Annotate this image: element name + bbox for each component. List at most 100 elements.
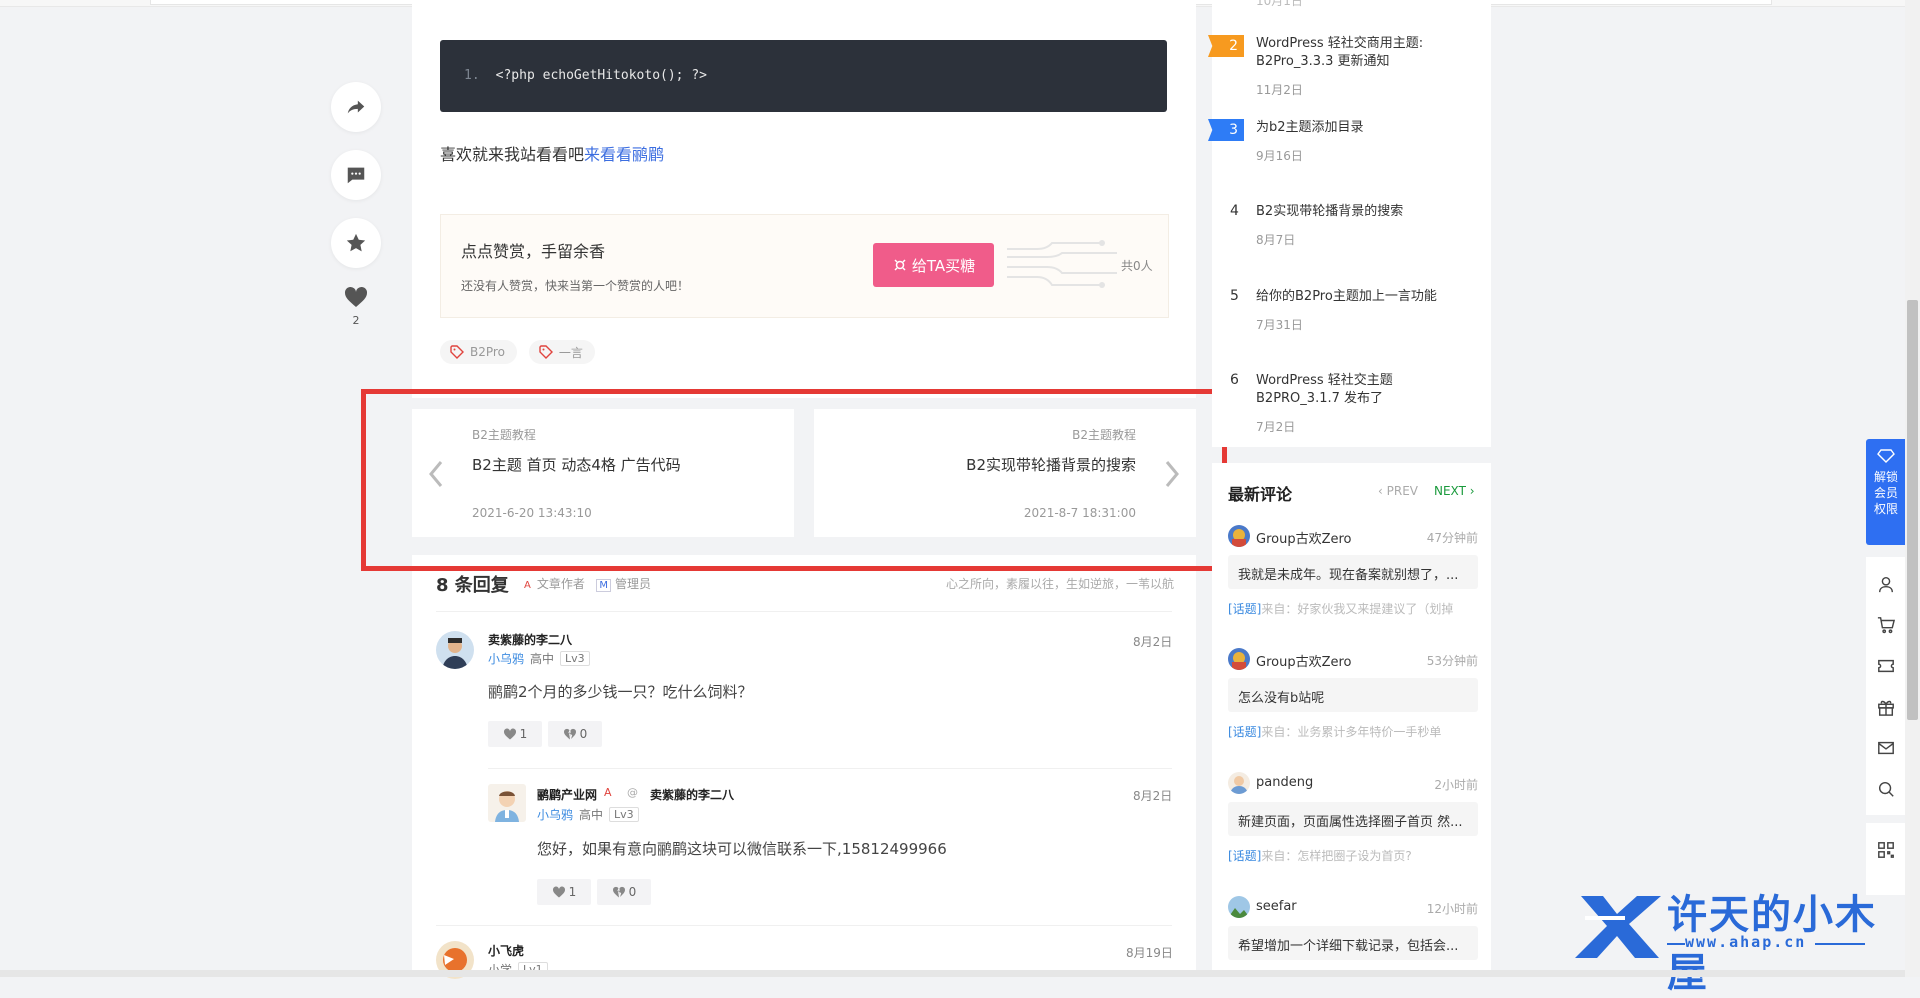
qrcode-icon <box>1878 841 1894 858</box>
vip-unlock-button[interactable]: 解锁会员权限 <box>1866 439 1906 545</box>
candy-icon <box>894 259 906 271</box>
paragraph-link[interactable]: 来看看鹂鹛 <box>584 145 664 164</box>
avatar[interactable] <box>488 784 526 822</box>
comment-button[interactable] <box>331 150 381 200</box>
comment-item <box>436 631 474 669</box>
ticket-button[interactable] <box>1866 645 1906 686</box>
reply-meta: 小乌鸦 高中 Lv3 <box>537 806 639 823</box>
rank-title[interactable]: 为b2主题添加目录 <box>1256 119 1476 137</box>
comment-author[interactable]: 小飞虎 <box>488 942 524 959</box>
rank-number: 6 <box>1230 372 1239 388</box>
avatar <box>1228 648 1250 670</box>
downvote-count: 0 <box>628 885 637 899</box>
divider <box>488 768 1172 769</box>
site-watermark: 许天的小木屋 www.ahap.cn <box>1575 880 1905 996</box>
scrollbar-thumb[interactable] <box>1907 300 1918 720</box>
gift-icon <box>1878 700 1894 716</box>
rank-title[interactable]: 给你的B2Pro主题加上一言功能 <box>1256 288 1476 306</box>
divider <box>436 611 1172 612</box>
rank-title[interactable]: WordPress 轻社交商用主题: B2Pro_3.3.3 更新通知 <box>1256 35 1476 71</box>
code-line: 1. <?php echoGetHitokoto(); ?> <box>464 68 707 83</box>
tag-icon <box>539 345 553 359</box>
comments-section: 8 条回复 A 文章作者 M 管理员 心之所向，素履以往，生如逆旅，一苇以航 <box>412 555 1196 977</box>
gift-button[interactable] <box>1866 686 1906 727</box>
divider <box>436 925 1172 926</box>
upvote-count: 1 <box>568 885 577 899</box>
next-post-card[interactable]: B2主题教程 B2实现带轮播背景的搜索 2021-8-7 18:31:00 <box>814 409 1196 537</box>
rank-number: 5 <box>1230 288 1239 304</box>
avatar[interactable] <box>436 631 474 669</box>
tag-item[interactable]: B2Pro <box>440 340 517 364</box>
reward-subtitle: 还没有人赞赏，快来当第一个赞赏的人吧！ <box>461 279 690 293</box>
downvote-button[interactable]: 0 <box>548 721 602 747</box>
comment-source[interactable]: [话题]来自：业务累计多年特价一手秒单 <box>1228 723 1441 740</box>
comment-time: 12小时前 <box>1426 902 1478 916</box>
comments-slogan: 心之所向，素履以往，生如逆旅，一苇以航 <box>945 577 1174 591</box>
user-button[interactable] <box>1866 563 1906 604</box>
source-tag: [话题] <box>1228 725 1262 739</box>
reply-author[interactable]: 鹂鹛产业网 <box>537 786 597 803</box>
avatar <box>1228 772 1250 794</box>
divider <box>1815 943 1865 945</box>
cart-icon <box>1877 616 1895 633</box>
search-button[interactable] <box>1866 768 1906 809</box>
downvote-button[interactable]: 0 <box>597 879 651 905</box>
share-icon <box>347 100 365 114</box>
message-button[interactable] <box>1866 727 1906 768</box>
upvote-count: 1 <box>519 727 528 741</box>
comment-author[interactable]: 卖紫藤的李二八 <box>488 631 572 648</box>
page-scrollbar[interactable] <box>1905 0 1920 977</box>
share-button[interactable] <box>331 82 381 132</box>
admin-mark: M <box>596 579 611 592</box>
comment-source[interactable]: [话题]来自：怎样把圈子设为首页? <box>1228 847 1412 864</box>
rank-title[interactable]: B2实现带轮播背景的搜索 <box>1256 203 1476 221</box>
chevron-right-icon <box>1165 461 1179 487</box>
favorite-button[interactable] <box>331 218 381 268</box>
rank-badge: 2 <box>1208 35 1244 57</box>
comment-source[interactable]: [话题]来自：好家伙我又来提建议了（划掉 <box>1228 600 1453 617</box>
prev-post-title[interactable]: B2主题 首页 动态4格 广告代码 <box>472 454 681 475</box>
tag-list: B2Pro 一言 <box>440 340 595 364</box>
qrcode-button[interactable] <box>1866 829 1906 870</box>
article-paragraph: 喜欢就来我站看看吧来看看鹂鹛 <box>440 141 664 165</box>
floating-actions: 2 <box>331 82 381 327</box>
prev-post-card[interactable]: B2主题教程 B2主题 首页 动态4格 广告代码 2021-6-20 13:43… <box>412 409 794 537</box>
comment-icon <box>347 167 365 184</box>
rank-number: 4 <box>1230 203 1239 219</box>
next-post-title[interactable]: B2实现带轮播背景的搜索 <box>966 454 1136 475</box>
comment-date: 8月2日 <box>1133 635 1173 649</box>
article-body: 1. <?php echoGetHitokoto(); ?> 喜欢就来我站看看吧来… <box>412 0 1196 398</box>
user-role: 小乌鸦 <box>488 652 525 666</box>
commenter-name: Group古欢Zero <box>1256 655 1352 670</box>
prev-button[interactable]: ‹ PREV <box>1378 484 1418 498</box>
tool-group <box>1866 557 1906 815</box>
comment-text: 鹂鹛2个月的多少钱一只？吃什么饲料？ <box>488 683 753 701</box>
like-button[interactable]: 2 <box>331 286 381 327</box>
commenter-name: pandeng <box>1256 775 1314 790</box>
ticket-icon <box>1878 659 1894 672</box>
source-text: 来自：怎样把圈子设为首页? <box>1261 849 1412 863</box>
rank-date: 8月7日 <box>1256 233 1296 247</box>
watermark-logo-icon <box>1575 896 1661 958</box>
comments-title: 8 条回复 <box>436 575 509 596</box>
user-level: Lv3 <box>609 807 639 822</box>
sidebar-latest-comments: 最新评论 ‹ PREV NEXT › Group古欢Zero 47分钟前 我就是… <box>1212 463 1491 977</box>
tag-item[interactable]: 一言 <box>528 340 595 364</box>
rank-date: 7月2日 <box>1256 420 1296 434</box>
reply-to-user[interactable]: 卖紫藤的李二八 <box>650 786 734 803</box>
comment-meta: 小乌鸦 高中 Lv3 <box>488 650 590 667</box>
cart-button[interactable] <box>1866 604 1906 645</box>
comment-time: 53分钟前 <box>1426 654 1478 668</box>
latest-comments-title: 最新评论 <box>1228 485 1293 504</box>
rank-title[interactable]: WordPress 轻社交主题 B2PRO_3.1.7 发布了 <box>1256 372 1476 408</box>
broken-heart-icon <box>563 728 576 740</box>
reward-button[interactable]: 给TA买糖 <box>873 243 994 287</box>
next-button[interactable]: NEXT › <box>1434 484 1475 498</box>
tag-label: 一言 <box>558 345 583 360</box>
upvote-button[interactable]: 1 <box>537 879 591 905</box>
rank-badge: 3 <box>1208 119 1244 141</box>
comment-time: 2小时前 <box>1434 778 1478 792</box>
code-text: <?php echoGetHitokoto(); ?> <box>495 68 707 83</box>
upvote-button[interactable]: 1 <box>488 721 542 747</box>
prev-post-date: 2021-6-20 13:43:10 <box>472 506 592 520</box>
